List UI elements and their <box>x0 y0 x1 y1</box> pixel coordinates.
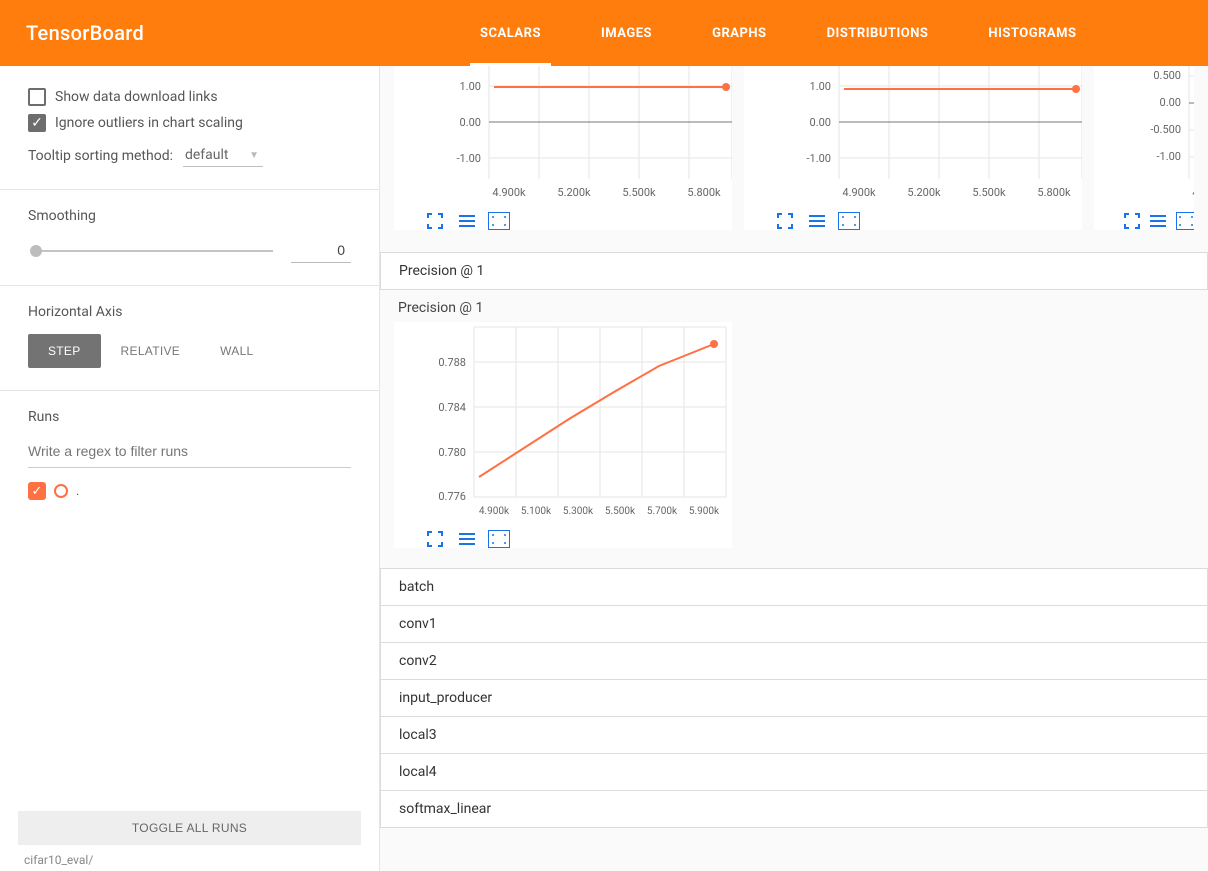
smoothing-label: Smoothing <box>28 208 351 224</box>
svg-text:5.300k: 5.300k <box>563 506 594 517</box>
svg-text:0.776: 0.776 <box>438 490 466 503</box>
fit-domain-icon[interactable] <box>1176 212 1194 230</box>
svg-text:5.900k: 5.900k <box>689 506 720 517</box>
log-axis-icon[interactable] <box>1150 212 1166 230</box>
slider-knob-icon[interactable] <box>30 245 42 257</box>
svg-text:-1.00: -1.00 <box>807 152 832 165</box>
header-tabs: SCALARS IMAGES GRAPHS DISTRIBUTIONS HIST… <box>450 0 1208 66</box>
section-conv1[interactable]: conv1 <box>380 606 1208 643</box>
svg-text:-1.00: -1.00 <box>457 152 482 165</box>
svg-text:0.788: 0.788 <box>438 356 466 369</box>
tooltip-sort-label: Tooltip sorting method: <box>28 148 173 164</box>
ignore-outliers-label: Ignore outliers in chart scaling <box>55 115 243 131</box>
svg-text:4.900k: 4.900k <box>1192 186 1194 199</box>
run-name: . <box>76 484 79 498</box>
app-title: TensorBoard <box>26 21 144 45</box>
log-axis-icon[interactable] <box>456 530 478 548</box>
fit-domain-icon[interactable] <box>488 530 510 548</box>
checkbox-unchecked-icon <box>28 88 46 106</box>
fullscreen-icon[interactable] <box>774 212 796 230</box>
tab-scalars[interactable]: SCALARS <box>450 0 571 66</box>
smoothing-input[interactable] <box>291 238 351 263</box>
svg-text:4.900k: 4.900k <box>479 506 510 517</box>
checkbox-checked-icon: ✓ <box>28 114 46 132</box>
svg-text:5.800k: 5.800k <box>687 186 721 199</box>
svg-text:4.900k: 4.900k <box>492 186 526 199</box>
fullscreen-icon[interactable] <box>1124 212 1140 230</box>
app-header: TensorBoard SCALARS IMAGES GRAPHS DISTRI… <box>0 0 1208 66</box>
svg-text:0.00: 0.00 <box>1160 96 1181 109</box>
svg-text:0.00: 0.00 <box>810 116 831 129</box>
axis-wall-button[interactable]: WALL <box>200 334 273 368</box>
run-radio[interactable] <box>54 484 68 498</box>
fullscreen-icon[interactable] <box>424 212 446 230</box>
svg-text:5.800k: 5.800k <box>1037 186 1071 199</box>
scalar-chart: 1.00 0.00 -1.00 4.900k 5.200k 5.500k 5.8… <box>394 66 732 230</box>
section-local4[interactable]: local4 <box>380 754 1208 791</box>
runs-label: Runs <box>28 409 351 425</box>
section-softmax-linear[interactable]: softmax_linear <box>380 791 1208 828</box>
download-links-label: Show data download links <box>55 89 218 105</box>
svg-text:5.200k: 5.200k <box>557 186 591 199</box>
tab-images[interactable]: IMAGES <box>571 0 682 66</box>
svg-text:0.500: 0.500 <box>1153 69 1181 82</box>
fullscreen-icon[interactable] <box>424 530 446 548</box>
chevron-down-icon: ▼ <box>249 150 259 161</box>
horizontal-axis-label: Horizontal Axis <box>28 304 351 320</box>
section-batch[interactable]: batch <box>380 568 1208 606</box>
svg-text:5.200k: 5.200k <box>907 186 941 199</box>
section-precision-at-1[interactable]: Precision @ 1 <box>380 252 1208 290</box>
runs-path: cifar10_eval/ <box>24 853 361 867</box>
svg-text:0.784: 0.784 <box>438 401 466 414</box>
svg-text:-0.500: -0.500 <box>1150 123 1181 136</box>
tooltip-sort-select[interactable]: default ▼ <box>183 144 263 167</box>
svg-text:1.00: 1.00 <box>460 80 481 93</box>
fit-domain-icon[interactable] <box>838 212 860 230</box>
toggle-all-runs-button[interactable]: TOGGLE ALL RUNS <box>18 811 361 845</box>
sidebar: Show data download links ✓ Ignore outlie… <box>0 66 380 871</box>
svg-text:5.700k: 5.700k <box>647 506 678 517</box>
ignore-outliers-option[interactable]: ✓ Ignore outliers in chart scaling <box>28 114 351 132</box>
section-input-producer[interactable]: input_producer <box>380 680 1208 717</box>
svg-text:1.00: 1.00 <box>810 80 831 93</box>
download-links-option[interactable]: Show data download links <box>28 88 351 106</box>
svg-text:0.00: 0.00 <box>460 116 481 129</box>
main-content: 1.00 0.00 -1.00 4.900k 5.200k 5.500k 5.8… <box>380 66 1208 871</box>
run-row: ✓ . <box>28 482 351 500</box>
svg-text:4.900k: 4.900k <box>842 186 876 199</box>
scalar-chart: 0.500 0.00 -0.500 -1.00 4.900k <box>1094 66 1194 230</box>
axis-relative-button[interactable]: RELATIVE <box>101 334 201 368</box>
axis-step-button[interactable]: STEP <box>28 334 101 368</box>
runs-filter-input[interactable] <box>28 435 351 468</box>
svg-text:5.500k: 5.500k <box>972 186 1006 199</box>
smoothing-slider[interactable] <box>30 250 273 252</box>
chart-title: Precision @ 1 <box>398 300 1208 316</box>
svg-text:-1.00: -1.00 <box>1157 150 1182 163</box>
section-local3[interactable]: local3 <box>380 717 1208 754</box>
fit-domain-icon[interactable] <box>488 212 510 230</box>
scalar-chart: 1.00 0.00 -1.00 4.900k 5.200k 5.500k 5.8… <box>744 66 1082 230</box>
svg-text:0.780: 0.780 <box>438 446 466 459</box>
section-conv2[interactable]: conv2 <box>380 643 1208 680</box>
tab-histograms[interactable]: HISTOGRAMS <box>958 0 1106 66</box>
tab-distributions[interactable]: DISTRIBUTIONS <box>797 0 959 66</box>
svg-text:5.100k: 5.100k <box>521 506 552 517</box>
precision-chart: 0.788 0.784 0.780 0.776 4.900k 5.100k 5.… <box>394 322 732 548</box>
svg-text:5.500k: 5.500k <box>605 506 636 517</box>
run-checkbox[interactable]: ✓ <box>28 482 46 500</box>
log-axis-icon[interactable] <box>456 212 478 230</box>
svg-text:5.500k: 5.500k <box>622 186 656 199</box>
log-axis-icon[interactable] <box>806 212 828 230</box>
tab-graphs[interactable]: GRAPHS <box>682 0 797 66</box>
